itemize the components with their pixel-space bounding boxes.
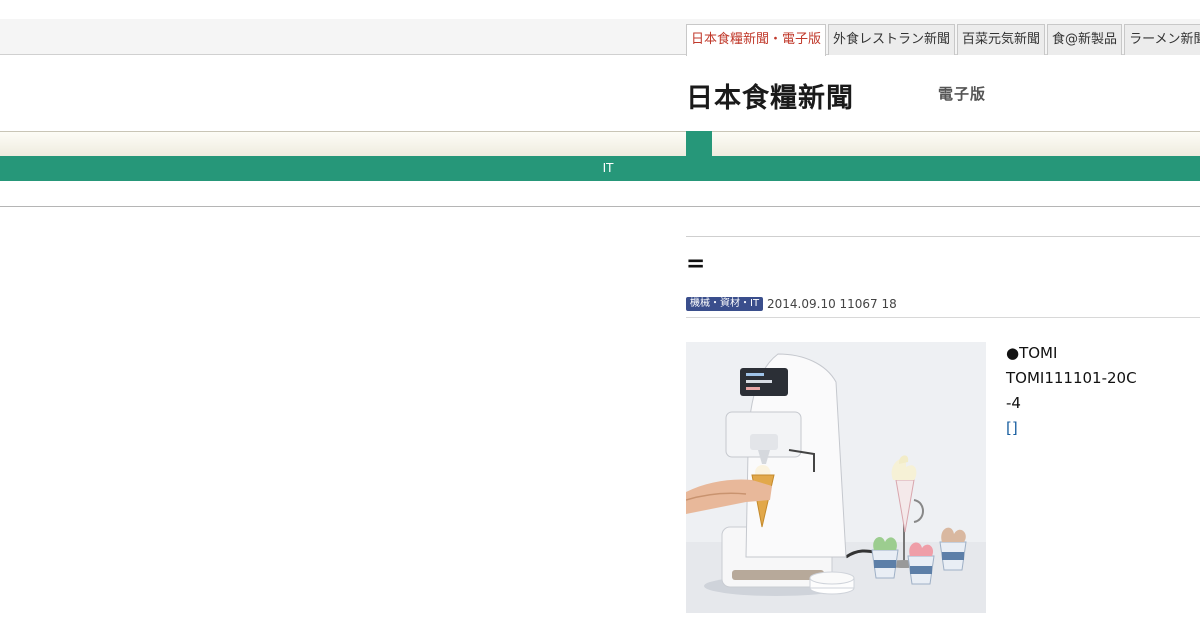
divider — [0, 206, 1200, 207]
nav-active-marker — [686, 131, 712, 157]
category-badge[interactable]: 機械・資材・IT — [686, 297, 764, 311]
divider — [686, 317, 1200, 318]
divider — [686, 236, 1200, 237]
article-body: ●TOMI TOMI111101-20C -4 [] — [1006, 341, 1137, 441]
body-line: -4 — [1006, 394, 1021, 412]
sub-nav-label[interactable]: IT — [0, 156, 1200, 181]
tab-shoku-shinseihin[interactable]: 食@新製品 — [1047, 24, 1123, 55]
tab-hyakusai-genki[interactable]: 百菜元気新聞 — [957, 24, 1046, 55]
body-line: TOMI111101-20C — [1006, 369, 1137, 387]
nav-bar — [0, 131, 1200, 156]
site-logo[interactable]: 日本食糧新聞 — [686, 76, 854, 115]
tab-gaishoku-restaurant[interactable]: 外食レストラン新聞 — [828, 24, 956, 55]
body-line: ●TOMI — [1006, 344, 1058, 362]
article-title: = — [686, 251, 706, 277]
article-link[interactable]: [] — [1006, 416, 1137, 441]
tab-ramen-shinbun[interactable]: ラーメン新聞 — [1124, 24, 1200, 55]
tab-nihon-shokuryo[interactable]: 日本食糧新聞・電子版 — [686, 24, 827, 56]
article-photo — [686, 342, 986, 613]
site-tabs: 日本食糧新聞・電子版 外食レストラン新聞 百菜元気新聞 食@新製品 ラーメン新聞 — [686, 24, 1200, 56]
article-meta: 2014.09.10 11067 18 — [767, 297, 897, 311]
site-logo-subtitle: 電子版 — [938, 85, 987, 103]
